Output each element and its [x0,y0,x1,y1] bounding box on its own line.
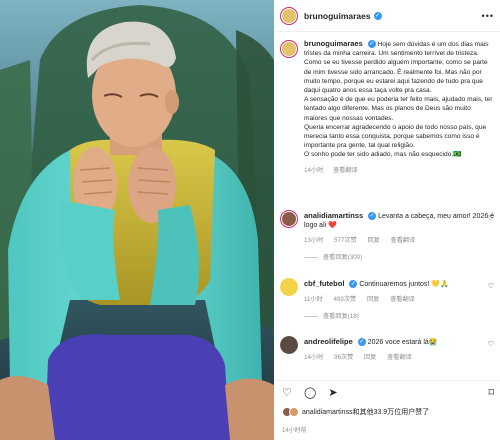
comment-like-heart-icon[interactable]: ♡ [488,340,494,348]
verified-badge-icon: ✓ [357,338,366,347]
likes-summary[interactable]: analidiamartinss和其他33.9万位用户赞了 [282,407,429,417]
comment-username[interactable]: cbf_futebol [304,279,344,288]
comment-like-heart-icon[interactable]: ♡ [488,282,494,290]
post-timestamp: 14小时前 [282,428,307,434]
caption-paragraph-4: O sonho pode ter sido adiado, mas não es… [304,151,462,159]
commenter-avatar[interactable] [280,210,298,228]
caption-paragraph-2: A sensação é de que eu poderia ter feito… [304,96,493,122]
more-options-icon[interactable]: ••• [482,11,494,21]
commenter-avatar[interactable] [280,336,298,354]
bookmark-icon[interactable]: ⌑ [488,386,494,399]
caption-text: brunoguimaraes ✓ Hoje sem dúvidas é um d… [304,39,496,160]
comment-item: andreolifelipe ✓ 2026 voce estará lá😭 14… [280,336,496,362]
comment-time: 14小时 [304,354,324,361]
comment-icon[interactable]: ◯ [304,387,316,399]
comment-meta: 11小时 493次赞 回复 查看翻译 [304,295,496,304]
commenter-avatar[interactable] [280,278,298,296]
post-header: brunoguimaraes ✓ ••• [280,5,494,27]
likes-summary-text[interactable]: analidiamartinss和其他33.9万位用户赞了 [302,407,429,417]
comment-meta: 13小时 577次赞 回复 查看翻译 [304,236,496,245]
comment-username[interactable]: andreolifelipe [304,337,353,346]
post-actions-bar: ♡ ◯ ➤ ⌑ [282,386,494,402]
view-replies-link[interactable]: 查看回复(18) [304,312,496,321]
caption-username[interactable]: brunoguimaraes [304,39,363,48]
post-caption: brunoguimaraes ✓ Hoje sem dúvidas é um d… [280,39,496,174]
comment-translate-link[interactable]: 查看翻译 [391,237,416,244]
heart-outline-icon[interactable]: ♡ [282,387,292,399]
author-avatar[interactable] [280,7,298,25]
liker-avatar [289,407,299,417]
comment-likes[interactable]: 96次赞 [334,354,353,361]
comment-meta: 14小时 96次赞 回复 查看翻译 [304,353,496,362]
comment-reply-link[interactable]: 回复 [367,237,379,244]
post-photo [0,0,274,440]
share-icon[interactable]: ➤ [328,387,337,399]
caption-translate-link[interactable]: 查看翻译 [333,167,358,174]
post-panel: brunoguimaraes ✓ ••• brunoguimaraes ✓ Ho… [274,0,500,440]
comment-text: 2026 voce estará lá😭 [367,339,438,346]
comment-like-heart-icon[interactable]: ♡ [488,214,494,222]
comment-translate-link[interactable]: 查看翻译 [390,296,415,303]
verified-badge-icon: ✓ [367,40,376,49]
comment-translate-link[interactable]: 查看翻译 [387,354,412,361]
header-divider [274,31,500,32]
comment-reply-link[interactable]: 回复 [367,296,379,303]
caption-time: 14小时 [304,166,324,174]
comment-body: analidiamartinss ✓ Levanta a cabeça, meu… [304,211,496,262]
crying-player-image [0,0,274,440]
caption-paragraph-1: Hoje sem dúvidas é um dos dias mais tris… [304,41,489,95]
comment-time: 11小时 [304,296,323,303]
comment-username[interactable]: analidiamartinss [304,211,363,220]
view-replies-link[interactable]: 查看回复(300) [304,253,496,262]
comment-text: Continuaremos juntos! 💛🙏 [359,281,449,288]
verified-badge-icon: ✓ [349,280,358,289]
comment-time: 13小时 [304,237,324,244]
comment-likes[interactable]: 577次赞 [334,237,357,244]
comment-reply-link[interactable]: 回复 [364,354,376,361]
author-username[interactable]: brunoguimaraes [304,11,371,21]
caption-meta: 14小时 查看翻译 [304,165,496,174]
comment-item: analidiamartinss ✓ Levanta a cabeça, meu… [280,210,496,262]
verified-badge-icon: ✓ [368,212,377,221]
comment-likes[interactable]: 493次赞 [334,296,357,303]
comment-body: cbf_futebol ✓ Continuaremos juntos! 💛🙏 1… [304,279,496,321]
comment-body: andreolifelipe ✓ 2026 voce estará lá😭 14… [304,337,496,362]
caption-paragraph-3: Queria encerrar agradecendo o apoio de t… [304,123,487,150]
comment-item: cbf_futebol ✓ Continuaremos juntos! 💛🙏 1… [280,278,496,321]
caption-avatar[interactable] [280,40,298,58]
verified-badge-icon: ✓ [373,12,382,20]
actions-divider [274,380,500,381]
